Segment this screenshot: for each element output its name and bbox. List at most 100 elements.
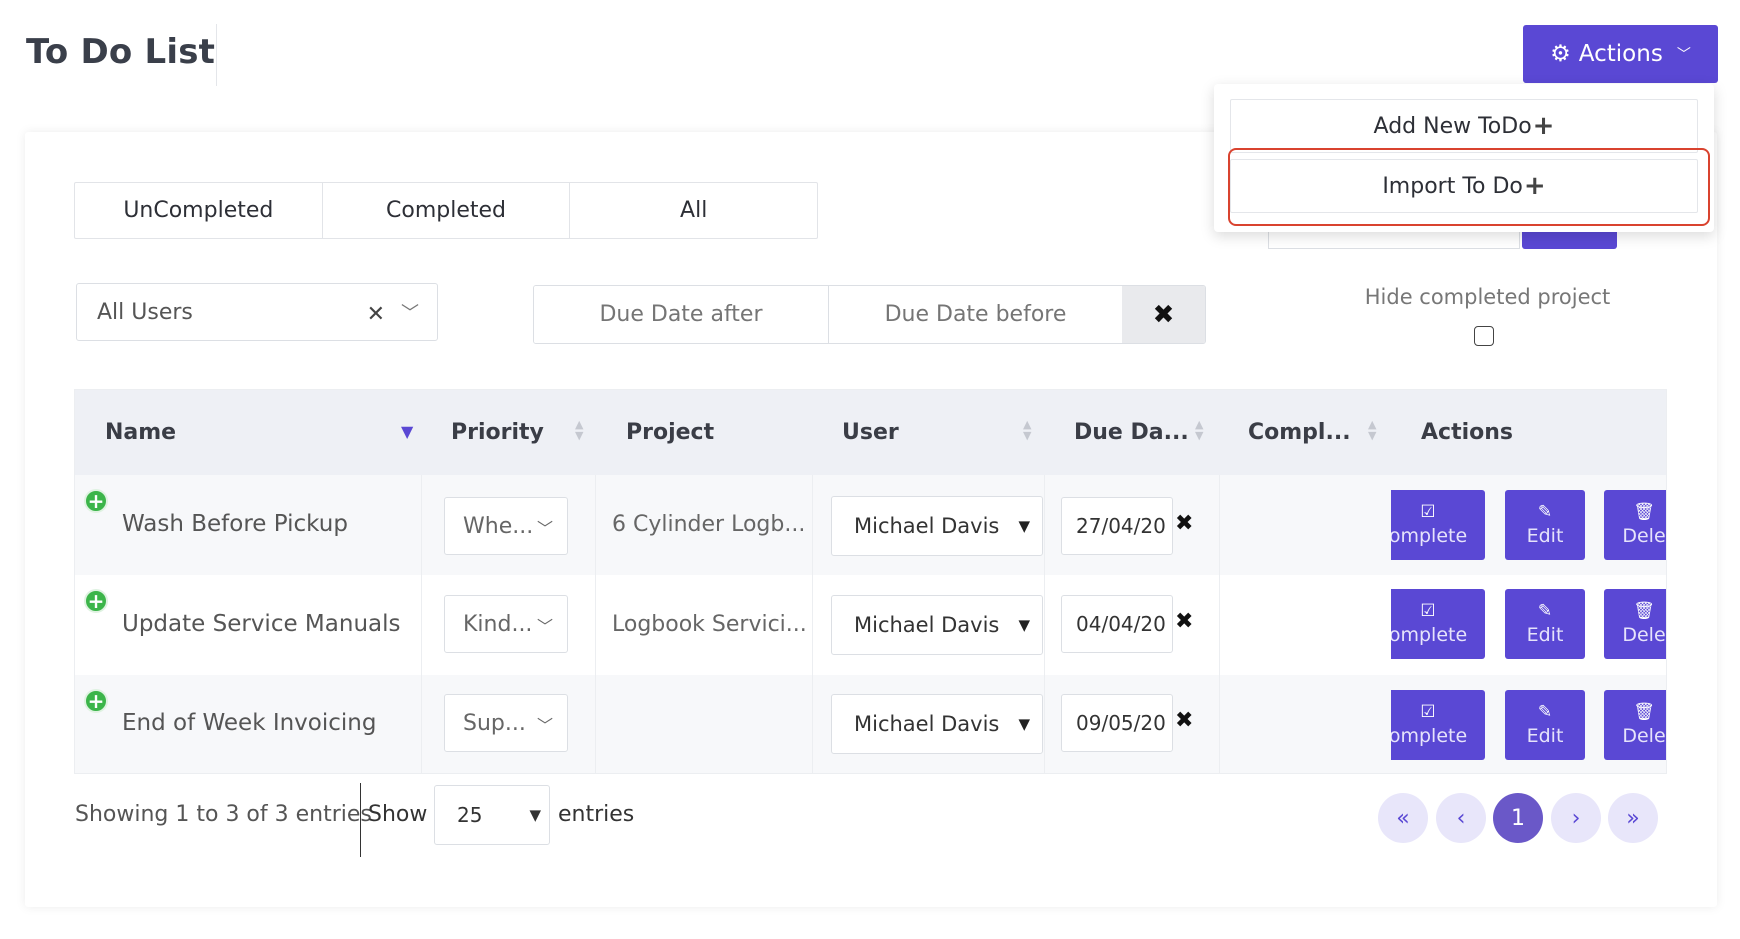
clear-due-date-icon[interactable]: ✖ bbox=[1175, 511, 1193, 536]
priority-value: Whe... bbox=[463, 513, 534, 539]
clear-dates-button[interactable]: ✖ bbox=[1122, 286, 1205, 343]
column-completed[interactable]: Compl... bbox=[1248, 390, 1351, 475]
trash-icon: 🗑 bbox=[1633, 600, 1655, 621]
user-select[interactable]: Michael Davis ▼ bbox=[831, 595, 1043, 655]
expand-row-icon[interactable]: + bbox=[84, 589, 108, 613]
column-project[interactable]: Project bbox=[626, 390, 714, 475]
todo-name: Wash Before Pickup bbox=[122, 511, 348, 537]
clear-icon[interactable]: ✕ bbox=[367, 302, 385, 327]
todo-name: End of Week Invoicing bbox=[122, 710, 377, 736]
check-square-icon: ☑ bbox=[1420, 600, 1436, 621]
due-date-before-input[interactable] bbox=[828, 286, 1122, 343]
table-row: + Update Service Manuals Kind... ﹀ Logbo… bbox=[75, 575, 1666, 675]
table-header: Name ▼ Priority ▲ ▼ Project User ▲ ▼ Due D… bbox=[75, 390, 1666, 475]
tab-uncompleted[interactable]: UnCompleted bbox=[75, 183, 322, 238]
pencil-icon: ✎ bbox=[1537, 600, 1553, 621]
actions-button-label: Actions bbox=[1578, 41, 1663, 67]
priority-select[interactable]: Sup... ﹀ bbox=[444, 694, 568, 752]
table-row: + End of Week Invoicing Sup... ﹀ Michael… bbox=[75, 675, 1666, 773]
column-name[interactable]: Name bbox=[105, 390, 176, 475]
delete-button[interactable]: 🗑 Dele bbox=[1604, 490, 1666, 560]
expand-row-icon[interactable]: + bbox=[84, 489, 108, 513]
show-label: Show bbox=[368, 802, 428, 827]
delete-label: Dele bbox=[1622, 524, 1666, 547]
next-page-button[interactable]: › bbox=[1551, 793, 1601, 843]
page-length-select[interactable]: 25 ▼ bbox=[434, 785, 550, 845]
chevron-down-icon: ﹀ bbox=[536, 617, 553, 636]
row-actions: ☑ omplete ✎ Edit 🗑 Dele bbox=[1391, 475, 1666, 575]
pencil-icon: ✎ bbox=[1537, 501, 1553, 522]
edit-button[interactable]: ✎ Edit bbox=[1505, 690, 1585, 760]
column-priority[interactable]: Priority bbox=[451, 390, 544, 475]
clear-due-date-icon[interactable]: ✖ bbox=[1175, 609, 1193, 634]
due-date-input[interactable]: 27/04/20 bbox=[1061, 497, 1173, 555]
edit-button[interactable]: ✎ Edit bbox=[1505, 490, 1585, 560]
delete-label: Dele bbox=[1622, 623, 1666, 646]
actions-button[interactable]: ⚙ Actions ﹀ bbox=[1523, 25, 1718, 83]
hide-completed-label: Hide completed project bbox=[1364, 285, 1611, 309]
user-select[interactable]: Michael Davis ▼ bbox=[831, 496, 1043, 556]
project-name: Logbook Servici... bbox=[612, 612, 807, 637]
due-date-after-input[interactable] bbox=[534, 286, 828, 343]
user-value: Michael Davis bbox=[854, 613, 1000, 637]
delete-button[interactable]: 🗑 Dele bbox=[1604, 589, 1666, 659]
user-value: Michael Davis bbox=[854, 514, 1000, 538]
prev-page-button[interactable]: ‹ bbox=[1436, 793, 1486, 843]
sort-icon[interactable]: ▲ ▼ bbox=[575, 419, 583, 441]
todo-table: Name ▼ Priority ▲ ▼ Project User ▲ ▼ Due D… bbox=[74, 389, 1667, 774]
tab-all[interactable]: All bbox=[569, 183, 817, 238]
pencil-icon: ✎ bbox=[1537, 701, 1553, 722]
last-page-button[interactable]: » bbox=[1608, 793, 1658, 843]
column-due-date[interactable]: Due Da... bbox=[1074, 390, 1189, 475]
trash-icon: 🗑 bbox=[1633, 701, 1655, 722]
chevron-down-icon: ▼ bbox=[529, 806, 541, 824]
sort-icon[interactable]: ▲ ▼ bbox=[1023, 419, 1031, 441]
footer-divider bbox=[360, 783, 361, 857]
edit-label: Edit bbox=[1526, 524, 1564, 547]
edit-button[interactable]: ✎ Edit bbox=[1505, 589, 1585, 659]
expand-row-icon[interactable]: + bbox=[84, 689, 108, 713]
chevron-down-icon: ▼ bbox=[1018, 715, 1030, 733]
edit-label: Edit bbox=[1526, 724, 1564, 747]
sort-desc-icon[interactable]: ▼ bbox=[401, 424, 413, 440]
due-date-input[interactable]: 04/04/20 bbox=[1061, 595, 1173, 653]
user-filter-select[interactable]: All Users ✕ ﹀ bbox=[76, 283, 438, 341]
hide-completed-checkbox[interactable] bbox=[1474, 326, 1494, 346]
status-tabs: UnCompleted Completed All bbox=[74, 182, 818, 239]
complete-button[interactable]: ☑ omplete bbox=[1391, 490, 1485, 560]
priority-value: Kind... bbox=[463, 611, 533, 637]
complete-label: omplete bbox=[1391, 524, 1468, 547]
title-divider bbox=[216, 24, 217, 86]
add-new-todo-item[interactable]: Add New ToDo + bbox=[1230, 99, 1698, 153]
column-actions: Actions bbox=[1421, 420, 1513, 445]
page-length-value: 25 bbox=[457, 803, 483, 827]
plus-icon: + bbox=[1532, 111, 1555, 141]
page-title: To Do List bbox=[26, 32, 216, 72]
todo-name: Update Service Manuals bbox=[122, 611, 401, 637]
user-filter-value: All Users bbox=[97, 299, 193, 325]
sort-icon[interactable]: ▲ ▼ bbox=[1195, 419, 1203, 441]
tab-completed[interactable]: Completed bbox=[321, 183, 570, 238]
priority-select[interactable]: Whe... ﹀ bbox=[444, 497, 568, 555]
sort-icon[interactable]: ▲ ▼ bbox=[1368, 419, 1376, 441]
chevron-down-icon: ﹀ bbox=[401, 303, 419, 324]
complete-button[interactable]: ☑ omplete bbox=[1391, 690, 1485, 760]
clear-due-date-icon[interactable]: ✖ bbox=[1175, 708, 1193, 733]
first-page-button[interactable]: « bbox=[1378, 793, 1428, 843]
project-name: 6 Cylinder Logb... bbox=[612, 512, 806, 537]
complete-button[interactable]: ☑ omplete bbox=[1391, 589, 1485, 659]
trash-icon: 🗑 bbox=[1633, 501, 1655, 522]
user-value: Michael Davis bbox=[854, 712, 1000, 736]
add-new-todo-label: Add New ToDo bbox=[1373, 113, 1532, 139]
column-user[interactable]: User bbox=[842, 390, 899, 475]
page-1-button[interactable]: 1 bbox=[1493, 793, 1543, 843]
due-date-input[interactable]: 09/05/20 bbox=[1061, 694, 1173, 752]
check-square-icon: ☑ bbox=[1420, 701, 1436, 722]
priority-select[interactable]: Kind... ﹀ bbox=[444, 595, 568, 653]
highlight-box bbox=[1228, 148, 1710, 226]
delete-label: Dele bbox=[1622, 724, 1666, 747]
delete-button[interactable]: 🗑 Dele bbox=[1604, 690, 1666, 760]
table-row: + Wash Before Pickup Whe... ﹀ 6 Cylinder… bbox=[75, 475, 1666, 575]
complete-label: omplete bbox=[1391, 724, 1468, 747]
user-select[interactable]: Michael Davis ▼ bbox=[831, 694, 1043, 754]
